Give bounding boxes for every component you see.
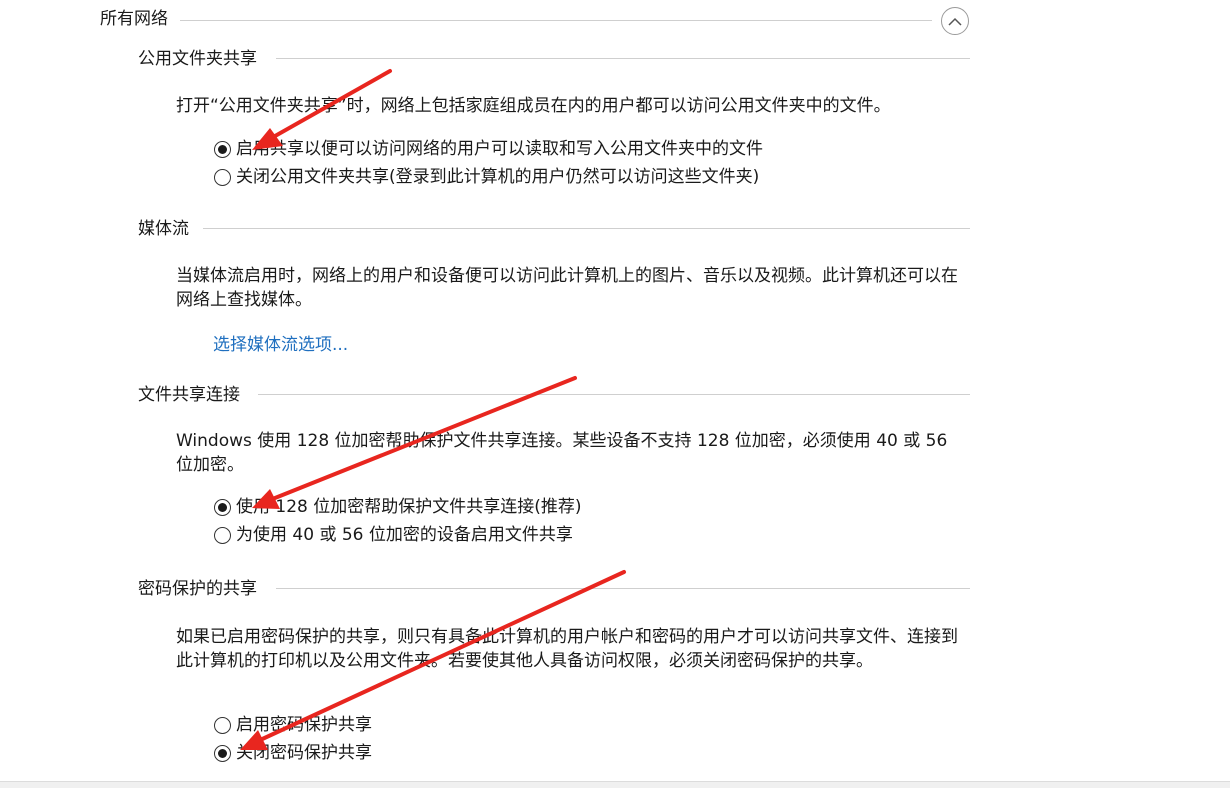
section-description: Windows 使用 128 位加密帮助保护文件共享连接。某些设备不支持 128… [176,431,948,475]
section-description: 如果已启用密码保护的共享，则只有具备此计算机的用户帐户和密码的用户才可以访问共享… [176,627,958,671]
radio-option-40-56-bit-encryption[interactable]: 为使用 40 或 56 位加密的设备启用文件共享 [214,524,573,546]
section-title-password-protected-sharing: 密码保护的共享 [138,579,257,599]
radio-button[interactable] [214,498,231,516]
radio-label: 使用 128 位加密帮助保护文件共享连接(推荐) [236,497,582,517]
radio-label: 关闭密码保护共享 [236,743,372,763]
section-divider [276,58,970,59]
section-description: 当媒体流启用时，网络上的用户和设备便可以访问此计算机上的图片、音乐以及视频。此计… [176,266,958,310]
radio-selected-dot [218,748,227,758]
section-title-file-sharing-connections: 文件共享连接 [138,385,240,405]
section-title-media-streaming: 媒体流 [138,219,189,239]
radio-selected-dot [218,502,227,512]
radio-label: 启用共享以便可以访问网络的用户可以读取和写入公用文件夹中的文件 [236,139,763,159]
radio-label: 启用密码保护共享 [236,715,372,735]
radio-label: 为使用 40 或 56 位加密的设备启用文件共享 [236,525,573,545]
all-networks-title: 所有网络 [100,9,168,29]
media-streaming-options-link[interactable]: 选择媒体流选项... [213,334,348,356]
section-divider [276,588,970,589]
all-networks-divider [180,20,932,21]
chevron-up-icon [948,17,962,26]
radio-selected-dot [218,144,227,154]
section-divider [258,394,970,395]
radio-option-disable-public-sharing[interactable]: 关闭公用文件夹共享(登录到此计算机的用户仍然可以访问这些文件夹) [214,166,759,188]
collapse-button[interactable] [941,7,969,35]
radio-button[interactable] [214,526,231,544]
radio-option-enable-public-sharing[interactable]: 启用共享以便可以访问网络的用户可以读取和写入公用文件夹中的文件 [214,138,763,160]
section-divider [203,228,970,229]
radio-option-enable-password-sharing[interactable]: 启用密码保护共享 [214,714,372,736]
radio-button[interactable] [214,716,231,734]
radio-button[interactable] [214,744,231,762]
section-description: 打开“公用文件夹共享”时，网络上包括家庭组成员在内的用户都可以访问公用文件夹中的… [176,96,891,116]
radio-option-disable-password-sharing[interactable]: 关闭密码保护共享 [214,742,372,764]
radio-option-128-bit-encryption[interactable]: 使用 128 位加密帮助保护文件共享连接(推荐) [214,496,582,518]
section-title-public-folder-sharing: 公用文件夹共享 [138,49,257,69]
radio-button[interactable] [214,168,231,186]
radio-button[interactable] [214,140,231,158]
radio-label: 关闭公用文件夹共享(登录到此计算机的用户仍然可以访问这些文件夹) [236,167,760,187]
